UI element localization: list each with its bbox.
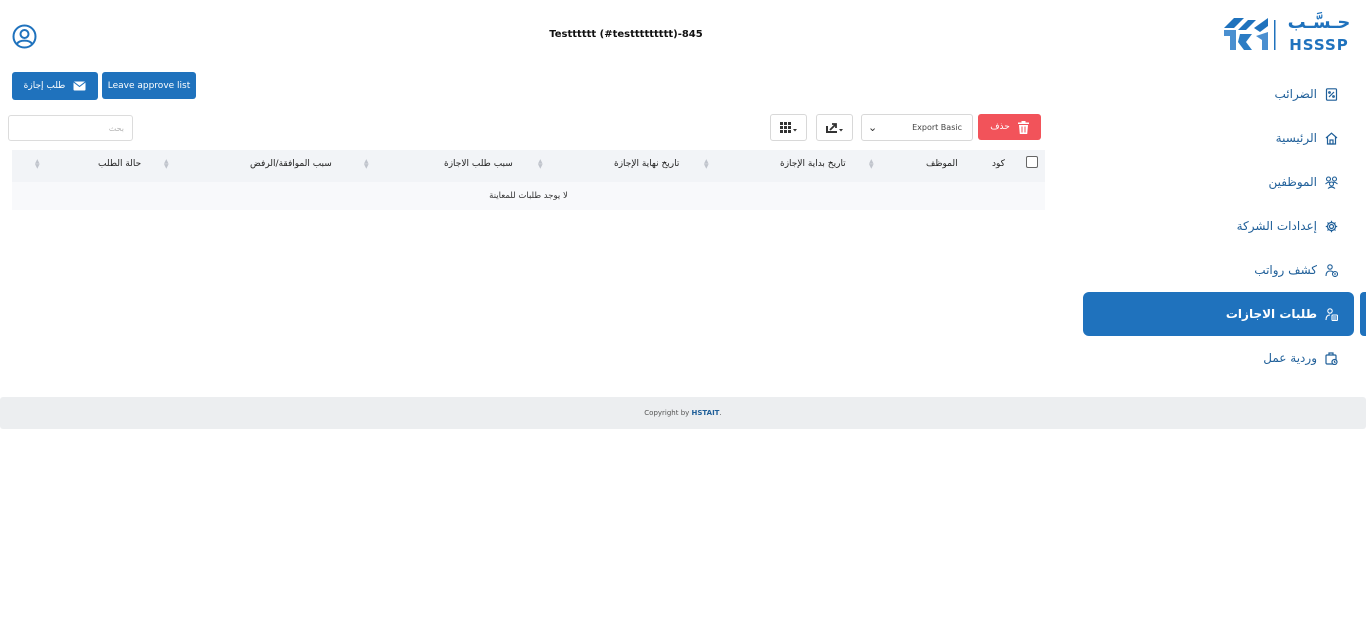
delete-label: حذف (990, 122, 1010, 132)
export-type-value: Export Basic (912, 123, 962, 132)
sort-icon[interactable]: ▲ ▼ (364, 159, 369, 170)
users-icon (1325, 175, 1338, 189)
sort-icon[interactable]: ▲ ▼ (869, 159, 874, 170)
footer: Copyright by HSTAIT. (0, 397, 1366, 429)
sidebar-item-employees[interactable]: الموظفين (1083, 160, 1354, 204)
delete-button[interactable]: حذف (978, 114, 1041, 140)
sidebar-item-work-shift[interactable]: وردية عمل (1083, 336, 1354, 380)
sidebar-item-taxes[interactable]: الضرائب (1083, 72, 1354, 116)
column-header-start-date[interactable]: تاريخ بداية الإجازة (780, 159, 846, 169)
select-all-checkbox[interactable] (1026, 156, 1038, 168)
leave-approve-list-button[interactable]: Leave approve list (102, 72, 196, 99)
sidebar-item-label: الضرائب (1274, 87, 1317, 101)
chevron-down-icon: ⌄ (868, 121, 878, 134)
app-logo[interactable]: حـسَّـب HSSSP (1222, 12, 1357, 54)
sidebar-item-label: طلبات الاجازات (1225, 307, 1317, 321)
leave-request-button[interactable]: طلب إجازة (12, 72, 98, 100)
leave-requests-table: كود الموظف ▲ ▼ تاريخ بداية الإجازة ▲ ▼ تار… (12, 150, 1045, 210)
columns-toggle-button[interactable] (770, 114, 807, 141)
grid-icon (779, 121, 797, 133)
sidebar-item-label: الرئيسية (1275, 131, 1317, 145)
user-circle-icon[interactable] (12, 24, 37, 49)
column-header-leave-reason[interactable]: سبب طلب الاجازة (444, 159, 513, 169)
leave-requests-icon (1325, 307, 1338, 321)
logo-latin-text: HSSSP (1289, 36, 1349, 54)
sidebar-item-company-settings[interactable]: إعدادات الشركة (1083, 204, 1354, 248)
active-indicator (1360, 292, 1366, 336)
sidebar-item-label: وردية عمل (1263, 351, 1317, 365)
footer-suffix: . (719, 409, 722, 417)
export-icon (825, 122, 843, 133)
home-icon (1325, 131, 1338, 145)
sort-icon[interactable]: ▲ ▼ (704, 159, 709, 170)
sidebar-item-home[interactable]: الرئيسية (1083, 116, 1354, 160)
empty-message: لا يوجد طلبات للمعاينة (489, 191, 568, 201)
column-header-status[interactable]: حالة الطلب (98, 159, 141, 169)
column-header-employee[interactable]: الموظف (926, 159, 958, 169)
sidebar-item-payroll[interactable]: كشف رواتب (1083, 248, 1354, 292)
trash-icon (1017, 120, 1029, 134)
column-header-approval-reason[interactable]: سبب الموافقة/الرفض (250, 159, 332, 169)
gear-icon (1325, 220, 1338, 232)
page-title: Testttttt (#testtttttttt)-845 (549, 29, 703, 40)
export-dropdown-button[interactable] (816, 114, 853, 141)
sidebar-item-label: الموظفين (1268, 175, 1317, 189)
sidebar-item-label: إعدادات الشركة (1236, 219, 1317, 233)
logo-arabic-text: حـسَّـب (1287, 12, 1351, 33)
sidebar-item-leave-requests[interactable]: طلبات الاجازات (1083, 292, 1354, 336)
table-header: كود الموظف ▲ ▼ تاريخ بداية الإجازة ▲ ▼ تار… (12, 150, 1045, 182)
sort-icon[interactable]: ▲ ▼ (164, 159, 169, 170)
footer-brand-link[interactable]: HSTAIT (692, 409, 720, 417)
column-header-code[interactable]: كود (992, 159, 1005, 169)
table-empty-row: لا يوجد طلبات للمعاينة (12, 182, 1045, 210)
envelope-icon (73, 81, 87, 91)
payroll-icon (1325, 263, 1338, 277)
shift-icon (1325, 351, 1338, 365)
column-header-end-date[interactable]: تاريخ نهاية الإجازة (614, 159, 679, 169)
sort-icon[interactable]: ▲ ▼ (538, 159, 543, 170)
footer-copyright-prefix: Copyright by (644, 409, 692, 417)
export-type-select[interactable]: ⌄ Export Basic (861, 114, 973, 141)
sidebar-item-label: كشف رواتب (1254, 263, 1317, 277)
sort-icon[interactable]: ▲ ▼ (35, 159, 40, 170)
receipt-icon (1325, 87, 1338, 101)
leave-request-label: طلب إجازة (23, 81, 66, 91)
search-input[interactable] (8, 115, 133, 141)
